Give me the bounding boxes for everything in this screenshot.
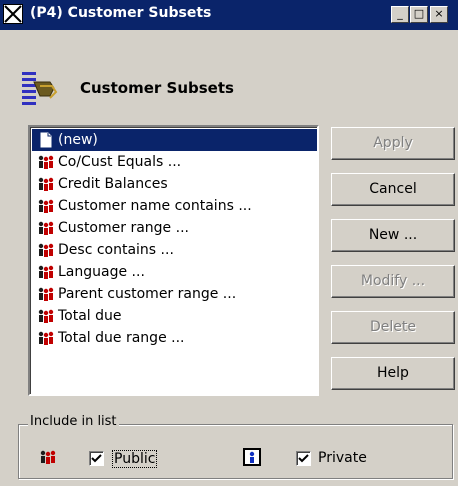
help-button[interactable]: Help xyxy=(331,357,455,390)
list-item-label: (new) xyxy=(58,132,98,148)
people-icon xyxy=(37,330,55,346)
include-in-list-group xyxy=(18,424,453,479)
people-icon xyxy=(37,264,55,280)
list-item-label: Total due xyxy=(58,308,122,324)
apply-button[interactable]: Apply xyxy=(331,127,455,160)
private-checkbox[interactable] xyxy=(296,451,311,466)
list-item[interactable]: Credit Balances xyxy=(32,173,317,195)
list-item[interactable]: Total due range ... xyxy=(32,327,317,349)
list-item-label: Parent customer range ... xyxy=(58,286,237,302)
list-item-label: Co/Cust Equals ... xyxy=(58,154,182,170)
delete-button[interactable]: Delete xyxy=(331,311,455,344)
list-item-label: Customer name contains ... xyxy=(58,198,252,214)
people-icon xyxy=(37,154,55,170)
list-item[interactable]: Customer name contains ... xyxy=(32,195,317,217)
list-item-label: Credit Balances xyxy=(58,176,168,192)
people-icon xyxy=(37,242,55,258)
checkmark-icon xyxy=(91,454,102,463)
app-icon[interactable] xyxy=(3,4,23,24)
maximize-button[interactable]: □ xyxy=(410,6,428,23)
checkmark-icon xyxy=(298,454,309,463)
window-title: (P4) Customer Subsets xyxy=(30,5,212,21)
page-title: Customer Subsets xyxy=(80,79,234,97)
list-item[interactable]: Parent customer range ... xyxy=(32,283,317,305)
close-button[interactable]: × xyxy=(430,6,448,23)
new-button[interactable]: New ... xyxy=(331,219,455,252)
list-item[interactable]: Co/Cust Equals ... xyxy=(32,151,317,173)
cancel-button[interactable]: Cancel xyxy=(331,173,455,206)
list-item-label: Total due range ... xyxy=(58,330,185,346)
people-icon xyxy=(37,220,55,236)
people-icon xyxy=(37,286,55,302)
list-item-label: Customer range ... xyxy=(58,220,189,236)
list-item-label: Language ... xyxy=(58,264,145,280)
list-item-label: Desc contains ... xyxy=(58,242,174,258)
title-bar[interactable]: (P4) Customer Subsets _ □ × xyxy=(0,0,458,30)
people-icon xyxy=(37,308,55,324)
customer-subsets-window: (P4) Customer Subsets _ □ × Customer Sub… xyxy=(0,0,458,486)
list-item[interactable]: (new) xyxy=(32,129,317,151)
people-icon xyxy=(37,198,55,214)
people-icon xyxy=(39,449,57,465)
subsets-list-icon xyxy=(20,70,60,106)
list-item[interactable]: Desc contains ... xyxy=(32,239,317,261)
public-checkbox[interactable] xyxy=(89,451,104,466)
single-person-icon xyxy=(243,448,261,466)
private-label[interactable]: Private xyxy=(318,450,367,466)
people-icon xyxy=(37,176,55,192)
modify-button[interactable]: Modify ... xyxy=(331,265,455,298)
new-document-icon xyxy=(37,132,55,148)
list-item[interactable]: Customer range ... xyxy=(32,217,317,239)
group-legend: Include in list xyxy=(28,414,119,429)
subsets-listbox[interactable]: (new) Co/Cust Equals ... Credit Balances… xyxy=(28,125,319,396)
list-item[interactable]: Total due xyxy=(32,305,317,327)
public-label[interactable]: Public xyxy=(112,450,158,468)
minimize-button[interactable]: _ xyxy=(391,6,409,23)
list-item[interactable]: Language ... xyxy=(32,261,317,283)
